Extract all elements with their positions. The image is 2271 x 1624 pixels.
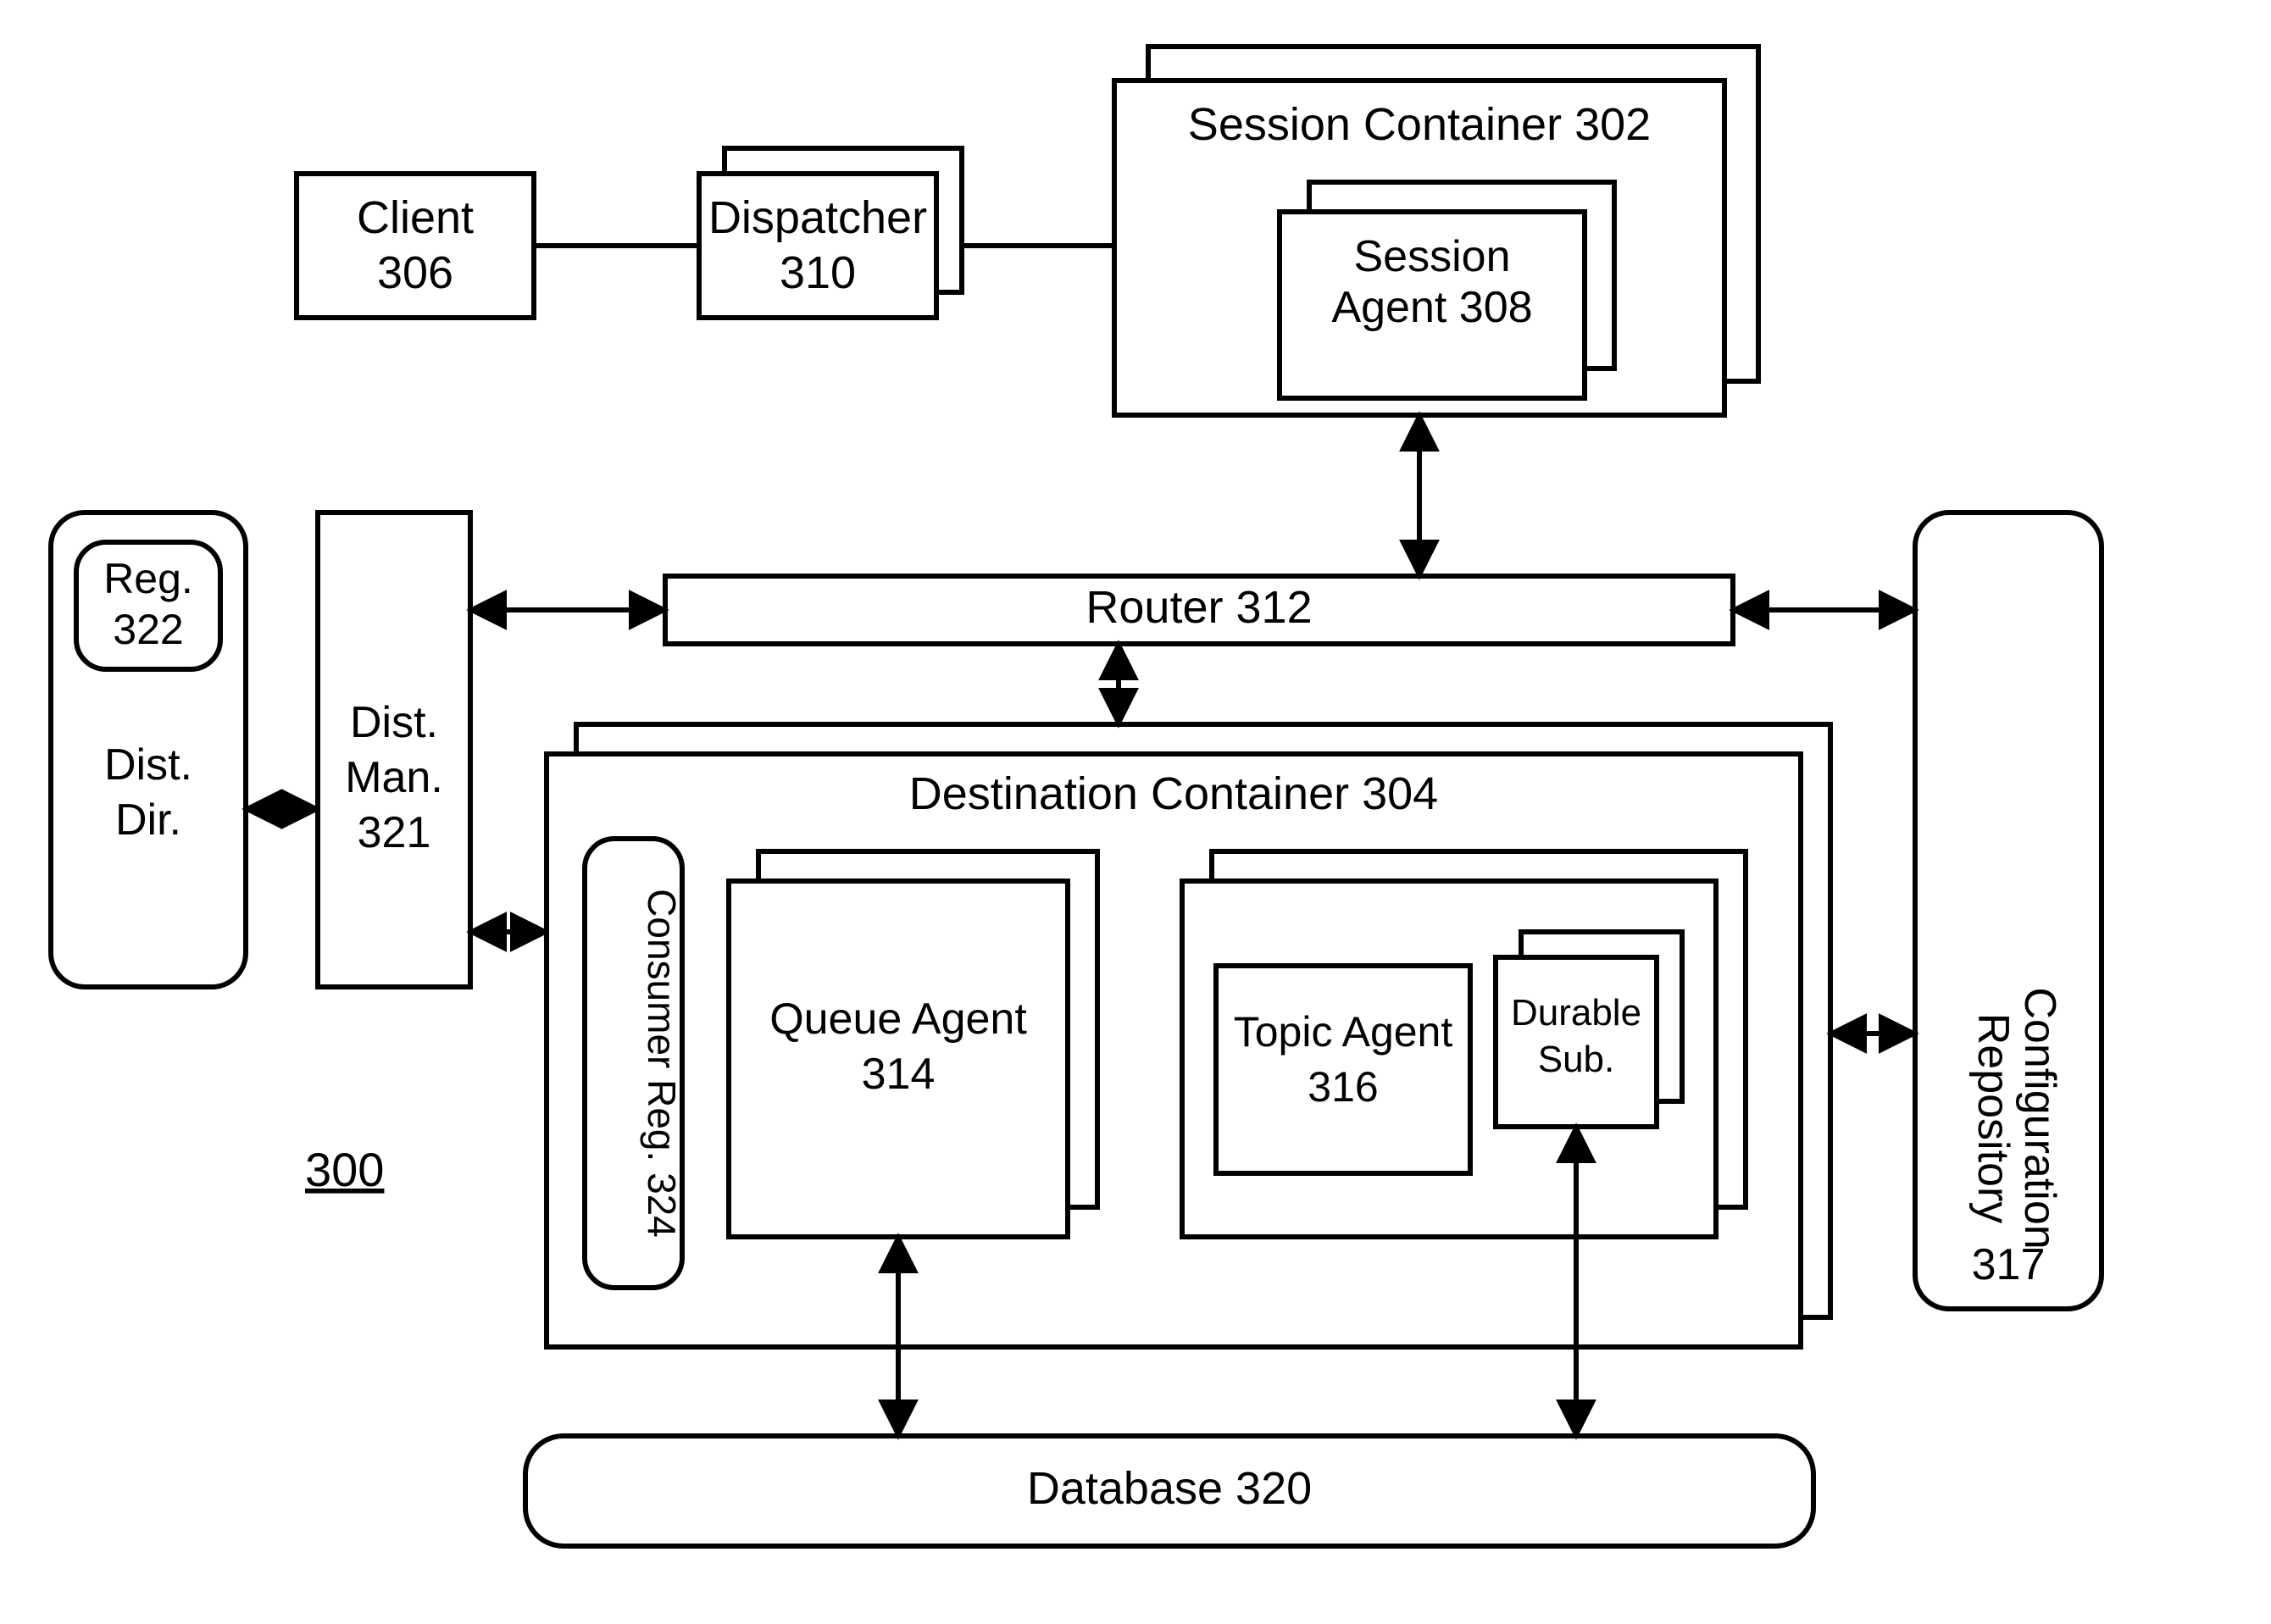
reg-num: 322 xyxy=(113,606,183,653)
dist-dir-l1: Dist. xyxy=(104,740,192,790)
reg-label: Reg. xyxy=(103,555,193,602)
dist-man-l2: Man. xyxy=(345,753,443,802)
config-repo-l2: Repository xyxy=(1968,1013,2018,1224)
durable-sub-l1: Durable xyxy=(1511,992,1641,1034)
session-agent-l1: Session xyxy=(1354,232,1511,281)
client-label: Client xyxy=(357,192,474,243)
dist-dir-l2: Dir. xyxy=(115,795,181,845)
queue-agent-num: 314 xyxy=(862,1050,936,1099)
config-repo-l1: Configuration xyxy=(2015,987,2064,1249)
dest-container-label: Destination Container 304 xyxy=(909,768,1438,819)
dispatcher-label: Dispatcher xyxy=(708,192,927,243)
topic-agent-label: Topic Agent xyxy=(1234,1008,1453,1056)
durable-sub-l2: Sub. xyxy=(1538,1039,1615,1080)
dist-man-l1: Dist. xyxy=(350,698,438,747)
router-label: Router 312 xyxy=(1086,582,1312,633)
queue-agent-label: Queue Agent xyxy=(769,995,1027,1044)
figure-ref: 300 xyxy=(305,1143,384,1196)
dispatcher-num: 310 xyxy=(780,247,856,298)
database-label: Database 320 xyxy=(1027,1463,1312,1514)
session-agent-l2: Agent 308 xyxy=(1331,283,1532,332)
topic-agent-num: 316 xyxy=(1308,1063,1378,1111)
consumer-reg-label: Consumer Reg. 324 xyxy=(640,889,684,1238)
dist-man-num: 321 xyxy=(358,808,431,857)
config-repo-num: 317 xyxy=(1972,1240,2046,1289)
client-num: 306 xyxy=(377,247,453,298)
session-container-label: Session Container 302 xyxy=(1188,99,1651,150)
dist-man-box xyxy=(318,513,470,987)
